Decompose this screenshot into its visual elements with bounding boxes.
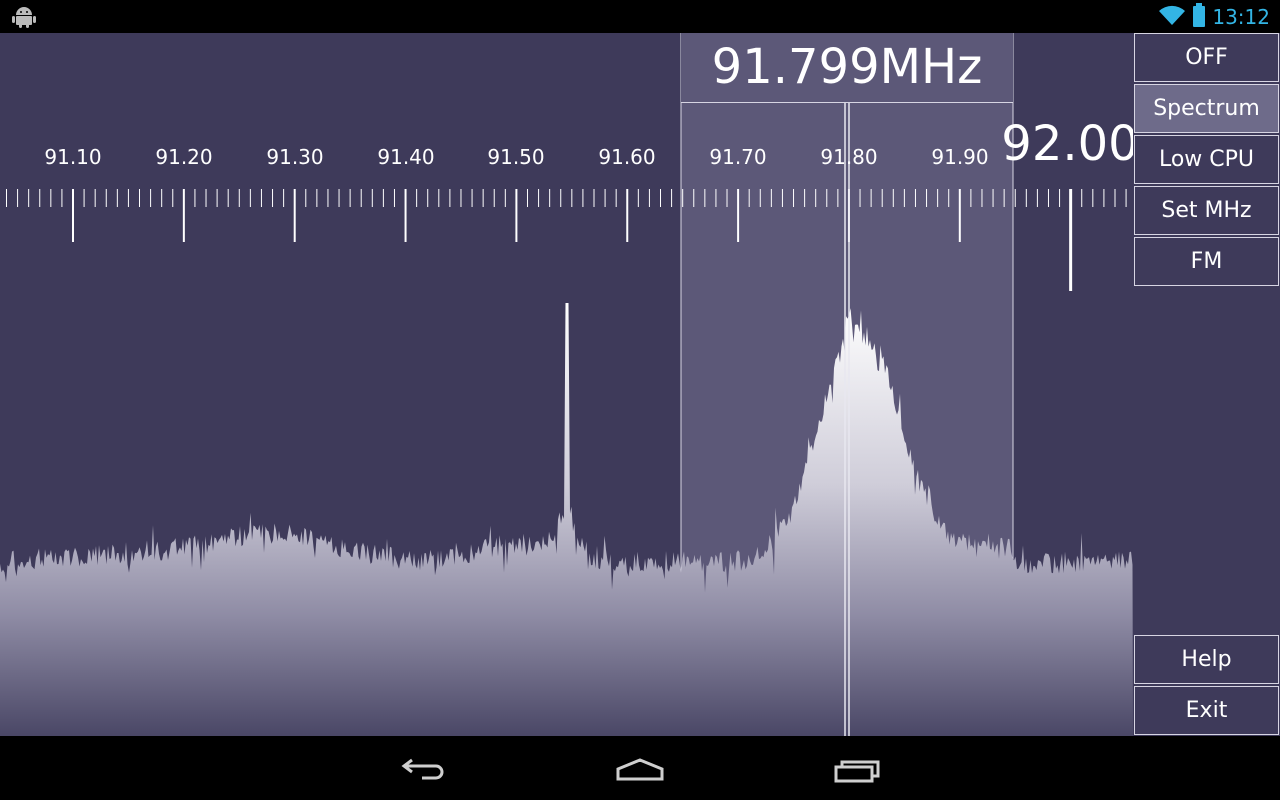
scale-label-91-60: 91.60 xyxy=(598,145,656,169)
android-icon xyxy=(12,6,36,28)
scale-label-91-10: 91.10 xyxy=(44,145,102,169)
set-mhz-button[interactable]: Set MHz xyxy=(1134,186,1279,235)
off-button[interactable]: OFF xyxy=(1134,33,1279,82)
spectrum-area[interactable]: 91.799MHz 91.10 91.20 91.30 91.40 91.50 … xyxy=(0,33,1133,736)
scale-label-91-80: 91.80 xyxy=(820,145,878,169)
spectrum-canvas[interactable] xyxy=(0,33,1133,736)
navigation-bar xyxy=(0,736,1280,800)
battery-icon xyxy=(1192,2,1206,32)
exit-button[interactable]: Exit xyxy=(1134,686,1279,735)
fm-button[interactable]: FM xyxy=(1134,237,1279,286)
scale-label-91-50: 91.50 xyxy=(487,145,545,169)
scale-label-92-00: 92.00 xyxy=(1001,116,1133,172)
spectrum-button[interactable]: Spectrum xyxy=(1134,84,1279,133)
frequency-display-box[interactable]: 91.799MHz xyxy=(681,33,1013,103)
scale-label-91-70: 91.70 xyxy=(709,145,767,169)
wifi-icon xyxy=(1158,4,1186,31)
control-sidebar: OFF Spectrum Low CPU Set MHz FM Help Exi… xyxy=(1133,33,1280,736)
scale-label-91-90: 91.90 xyxy=(931,145,989,169)
scale-label-91-30: 91.30 xyxy=(266,145,324,169)
help-button[interactable]: Help xyxy=(1134,635,1279,684)
low-cpu-button[interactable]: Low CPU xyxy=(1134,135,1279,184)
status-bar: 13:12 xyxy=(0,0,1280,33)
scale-label-91-20: 91.20 xyxy=(155,145,213,169)
status-clock: 13:12 xyxy=(1212,5,1270,29)
home-icon[interactable] xyxy=(610,750,670,786)
frequency-display: 91.799MHz xyxy=(711,39,983,95)
back-icon[interactable] xyxy=(394,750,454,786)
scale-label-91-40: 91.40 xyxy=(377,145,435,169)
recent-apps-icon[interactable] xyxy=(828,750,888,786)
